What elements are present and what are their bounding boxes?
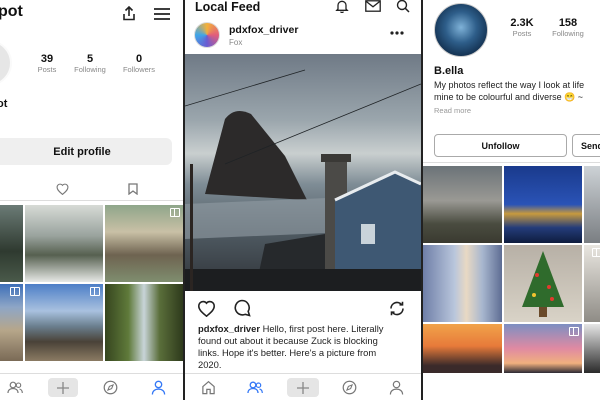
profile-username: B.ella — [434, 65, 464, 77]
grid-photo-old-house[interactable] — [423, 166, 502, 243]
stat-following[interactable]: 5 Following — [70, 53, 110, 74]
post-image[interactable] — [185, 54, 421, 291]
post-subtitle: Fox — [229, 38, 243, 47]
add-icon — [297, 382, 309, 394]
header-separator — [423, 162, 600, 163]
send-label: Send — [581, 140, 600, 151]
heart-icon[interactable] — [197, 300, 216, 317]
unfollow-button[interactable]: Unfollow — [434, 134, 567, 157]
heart-icon[interactable] — [56, 183, 69, 195]
send-button[interactable]: Send — [572, 134, 600, 157]
feed-title: Local Feed — [195, 0, 261, 14]
app-title: pot — [0, 3, 23, 20]
bottom-navigation — [0, 373, 183, 400]
read-more-link[interactable]: Read more — [434, 106, 471, 115]
edit-profile-button[interactable]: Edit profile — [0, 138, 172, 165]
grid-photo-sunset-trees[interactable] — [423, 324, 502, 373]
mail-icon[interactable] — [365, 0, 381, 12]
multi-photo-icon — [170, 208, 180, 217]
search-icon[interactable] — [396, 0, 410, 13]
edit-profile-label: Edit profile — [53, 145, 111, 158]
avatar — [0, 40, 12, 86]
local-feed-screen: Local Feed pdxfox_driver Fox pdxfox_driv… — [185, 0, 421, 400]
grid-photo-partial-1[interactable] — [584, 166, 600, 243]
stat-posts[interactable]: 2.3K Posts — [504, 17, 540, 38]
add-post-button[interactable] — [48, 378, 78, 397]
grid-photo-waterfall-cliff[interactable] — [105, 205, 183, 282]
repost-icon[interactable] — [388, 300, 406, 317]
user-avatar[interactable] — [194, 22, 220, 48]
home-icon[interactable] — [201, 380, 216, 395]
stat-posts[interactable]: 39 Posts — [32, 53, 62, 74]
bookmark-icon[interactable] — [128, 183, 138, 195]
share-icon[interactable] — [122, 6, 136, 21]
profile-icon[interactable] — [389, 380, 404, 395]
explore-compass-icon[interactable] — [103, 380, 118, 395]
grid-photo-waterfall[interactable] — [105, 284, 183, 361]
grid-photo-rocks[interactable] — [0, 284, 23, 361]
hamburger-menu-icon[interactable] — [154, 8, 170, 20]
bell-icon[interactable] — [335, 0, 349, 13]
comment-icon[interactable] — [233, 299, 251, 317]
bottom-navigation — [185, 373, 421, 400]
profile-bio-line-1: My photos reflect the way I look at life — [434, 80, 585, 90]
post-caption: pdxfox_driver Hello, first post here. Li… — [198, 323, 384, 370]
caption-username[interactable]: pdxfox_driver — [198, 323, 260, 334]
post-username[interactable]: pdxfox_driver — [229, 24, 298, 36]
grid-photo-night-building[interactable] — [504, 166, 582, 243]
grid-photo-pink-sky[interactable] — [504, 324, 582, 373]
stat-following[interactable]: 158 Following — [548, 17, 588, 38]
profile-name: ot — [0, 98, 8, 110]
grid-photo-snowy-forest[interactable] — [25, 205, 103, 282]
multi-photo-icon — [10, 287, 20, 296]
grid-photo-city-street[interactable] — [423, 245, 502, 322]
grid-photo-coast-rock[interactable] — [25, 284, 103, 361]
multi-photo-icon — [90, 287, 100, 296]
explore-compass-icon[interactable] — [342, 380, 357, 395]
add-icon — [57, 382, 69, 394]
grid-photo-christmas-tree[interactable] — [504, 245, 582, 322]
grid-photo-forest-1[interactable] — [0, 205, 23, 282]
add-post-button[interactable] — [287, 378, 319, 397]
more-dots-icon[interactable] — [390, 31, 404, 35]
post-header: pdxfox_driver Fox — [185, 20, 421, 50]
profile-bio-line-2: mine to be colourful and diverse 😁 ~ — [434, 92, 584, 102]
tab-underline — [0, 200, 183, 201]
multi-photo-icon — [592, 248, 600, 257]
grid-photo-partial-3[interactable] — [584, 324, 600, 373]
people-icon[interactable] — [247, 381, 263, 394]
multi-photo-icon — [569, 327, 579, 336]
profile-avatar[interactable] — [434, 3, 488, 57]
stat-followers[interactable]: 0 Followers — [119, 53, 159, 74]
unfollow-label: Unfollow — [481, 140, 520, 151]
grid-photo-partial-2[interactable] — [584, 245, 600, 322]
profile-screen-right: 2.3K Posts 158 Following B.ella My photo… — [423, 0, 600, 400]
profile-screen-left: pot ot 39 Posts 5 Following 0 Followers … — [0, 0, 183, 400]
profile-icon[interactable] — [151, 380, 166, 395]
people-icon[interactable] — [7, 381, 23, 394]
